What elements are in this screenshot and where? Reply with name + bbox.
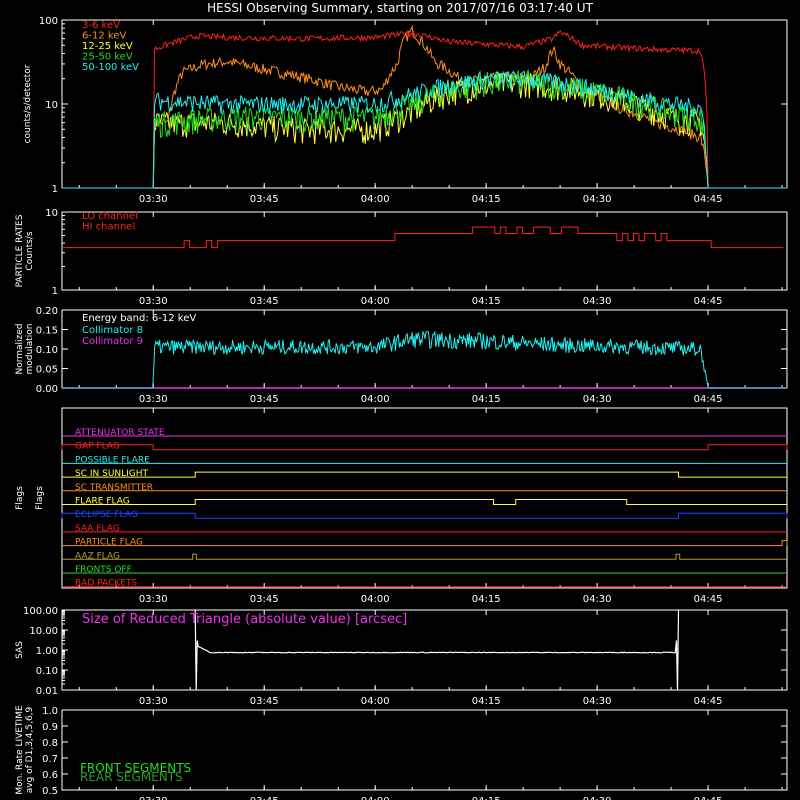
- time-tick-label: 04:15: [472, 696, 501, 707]
- time-tick-label: 03:45: [250, 194, 279, 205]
- time-tick-label: 04:00: [361, 296, 390, 307]
- legend-entry: LO channel: [82, 211, 138, 222]
- y-tick-label: 10: [45, 100, 58, 111]
- y-tick-label: 1: [52, 184, 58, 195]
- y-tick-label: 0.6: [42, 770, 58, 781]
- legend-entry: Collimator 8: [82, 325, 143, 336]
- flag-label: FRONTS OFF: [75, 565, 132, 575]
- y-axis-label: modulation: [25, 324, 35, 375]
- flag-label: SC IN SUNLIGHT: [75, 469, 149, 479]
- time-tick-label: 04:00: [361, 594, 390, 605]
- y-tick-label: 0.00: [36, 384, 58, 395]
- time-tick-label: 03:45: [250, 696, 279, 707]
- y-tick-label: 0.7: [42, 754, 58, 765]
- time-tick-label: 03:30: [139, 696, 168, 707]
- y-axis-label: Mon. Rate LIVETIME: [15, 705, 25, 795]
- y-tick-label: 1.0: [42, 706, 58, 717]
- y-tick-label: 1.00: [36, 646, 58, 657]
- flag-label: SC TRANSMITTER: [75, 483, 153, 493]
- y-tick-label: 0.10: [36, 666, 58, 677]
- time-tick-label: 04:45: [694, 594, 723, 605]
- time-tick-label: 04:45: [694, 296, 723, 307]
- y-tick-label: 0.9: [42, 722, 58, 733]
- flag-label: ATTENUATOR STATE: [75, 428, 165, 438]
- time-tick-label: 03:45: [250, 394, 279, 405]
- y-tick-label: 100.00: [23, 606, 58, 617]
- time-tick-label: 03:30: [139, 796, 168, 800]
- flags-axis-label: Flags: [35, 486, 45, 510]
- legend-entry: 3-6 keV: [82, 20, 120, 31]
- y-tick-label: 100: [39, 16, 58, 27]
- time-tick-label: 04:30: [583, 796, 612, 800]
- time-tick-label: 04:45: [694, 194, 723, 205]
- time-tick-label: 04:30: [583, 394, 612, 405]
- time-tick-label: 04:45: [694, 696, 723, 707]
- hessi-summary-figure: HESSI Observing Summary, starting on 201…: [0, 0, 800, 800]
- time-tick-label: 04:00: [361, 194, 390, 205]
- legend-entry: Collimator 9: [82, 336, 143, 347]
- flag-label: BAD PACKETS: [75, 579, 137, 589]
- legend-entry: HI channel: [82, 222, 135, 233]
- legend-entry: 50-100 keV: [82, 62, 139, 73]
- flag-label: POSSIBLE FLARE: [75, 455, 150, 465]
- flag-label: FLARE FLAG: [75, 497, 130, 507]
- time-tick-label: 03:30: [139, 394, 168, 405]
- y-axis-label: counts/s/detector: [23, 64, 33, 143]
- sas-series-label: Size of Reduced Triangle (absolute value…: [82, 612, 407, 627]
- time-tick-label: 04:15: [472, 394, 501, 405]
- flag-label: AAZ FLAG: [75, 551, 120, 561]
- y-tick-label: 0.15: [36, 326, 58, 337]
- time-tick-label: 04:30: [583, 296, 612, 307]
- flag-label: GAP FLAG: [75, 442, 120, 452]
- time-tick-label: 04:30: [583, 194, 612, 205]
- y-axis-label: Normalized: [15, 323, 25, 374]
- time-tick-label: 04:00: [361, 394, 390, 405]
- y-tick-label: 0.5: [42, 786, 58, 797]
- y-tick-label: 0.10: [36, 345, 58, 356]
- time-tick-label: 04:00: [361, 696, 390, 707]
- y-tick-label: 0.20: [36, 306, 58, 317]
- figure-background: [0, 0, 800, 800]
- time-tick-label: 04:45: [694, 796, 723, 800]
- legend-entry: REAR SEGMENTS: [80, 770, 183, 784]
- y-axis-label: avg of D1,3,4,5,6,9: [25, 706, 35, 793]
- time-tick-label: 03:45: [250, 296, 279, 307]
- flag-label: ECLIPSE FLAG: [75, 510, 138, 520]
- y-axis-label: PARTICLE RATES: [15, 214, 25, 287]
- time-tick-label: 04:15: [472, 194, 501, 205]
- time-tick-label: 03:45: [250, 796, 279, 800]
- time-tick-label: 04:00: [361, 796, 390, 800]
- flag-label: PARTICLE FLAG: [75, 538, 143, 548]
- time-tick-label: 04:15: [472, 594, 501, 605]
- energy-band-label: Energy band: 6-12 keV: [82, 313, 196, 324]
- figure-title: HESSI Observing Summary, starting on 201…: [207, 1, 593, 15]
- y-tick-label: 1: [52, 286, 58, 297]
- time-tick-label: 03:30: [139, 594, 168, 605]
- time-tick-label: 03:45: [250, 594, 279, 605]
- time-tick-label: 03:30: [139, 296, 168, 307]
- time-tick-label: 04:45: [694, 394, 723, 405]
- y-tick-label: 0.01: [36, 686, 58, 697]
- time-tick-label: 04:15: [472, 296, 501, 307]
- y-axis-label: Flags: [15, 486, 25, 510]
- flag-label: SAA FLAG: [75, 524, 120, 534]
- y-tick-label: 10: [45, 208, 58, 219]
- legend-entry: 25-50 keV: [82, 52, 133, 63]
- legend-entry: 6-12 keV: [82, 31, 126, 42]
- y-axis-label: SAS: [15, 641, 25, 659]
- time-tick-label: 04:30: [583, 696, 612, 707]
- y-axis-label: Counts/s: [25, 231, 35, 270]
- y-tick-label: 0.05: [36, 365, 58, 376]
- y-tick-label: 0.8: [42, 738, 58, 749]
- legend-entry: 12-25 keV: [82, 41, 133, 52]
- time-tick-label: 04:30: [583, 594, 612, 605]
- y-tick-label: 10.00: [29, 626, 58, 637]
- time-tick-label: 03:30: [139, 194, 168, 205]
- time-tick-label: 04:15: [472, 796, 501, 800]
